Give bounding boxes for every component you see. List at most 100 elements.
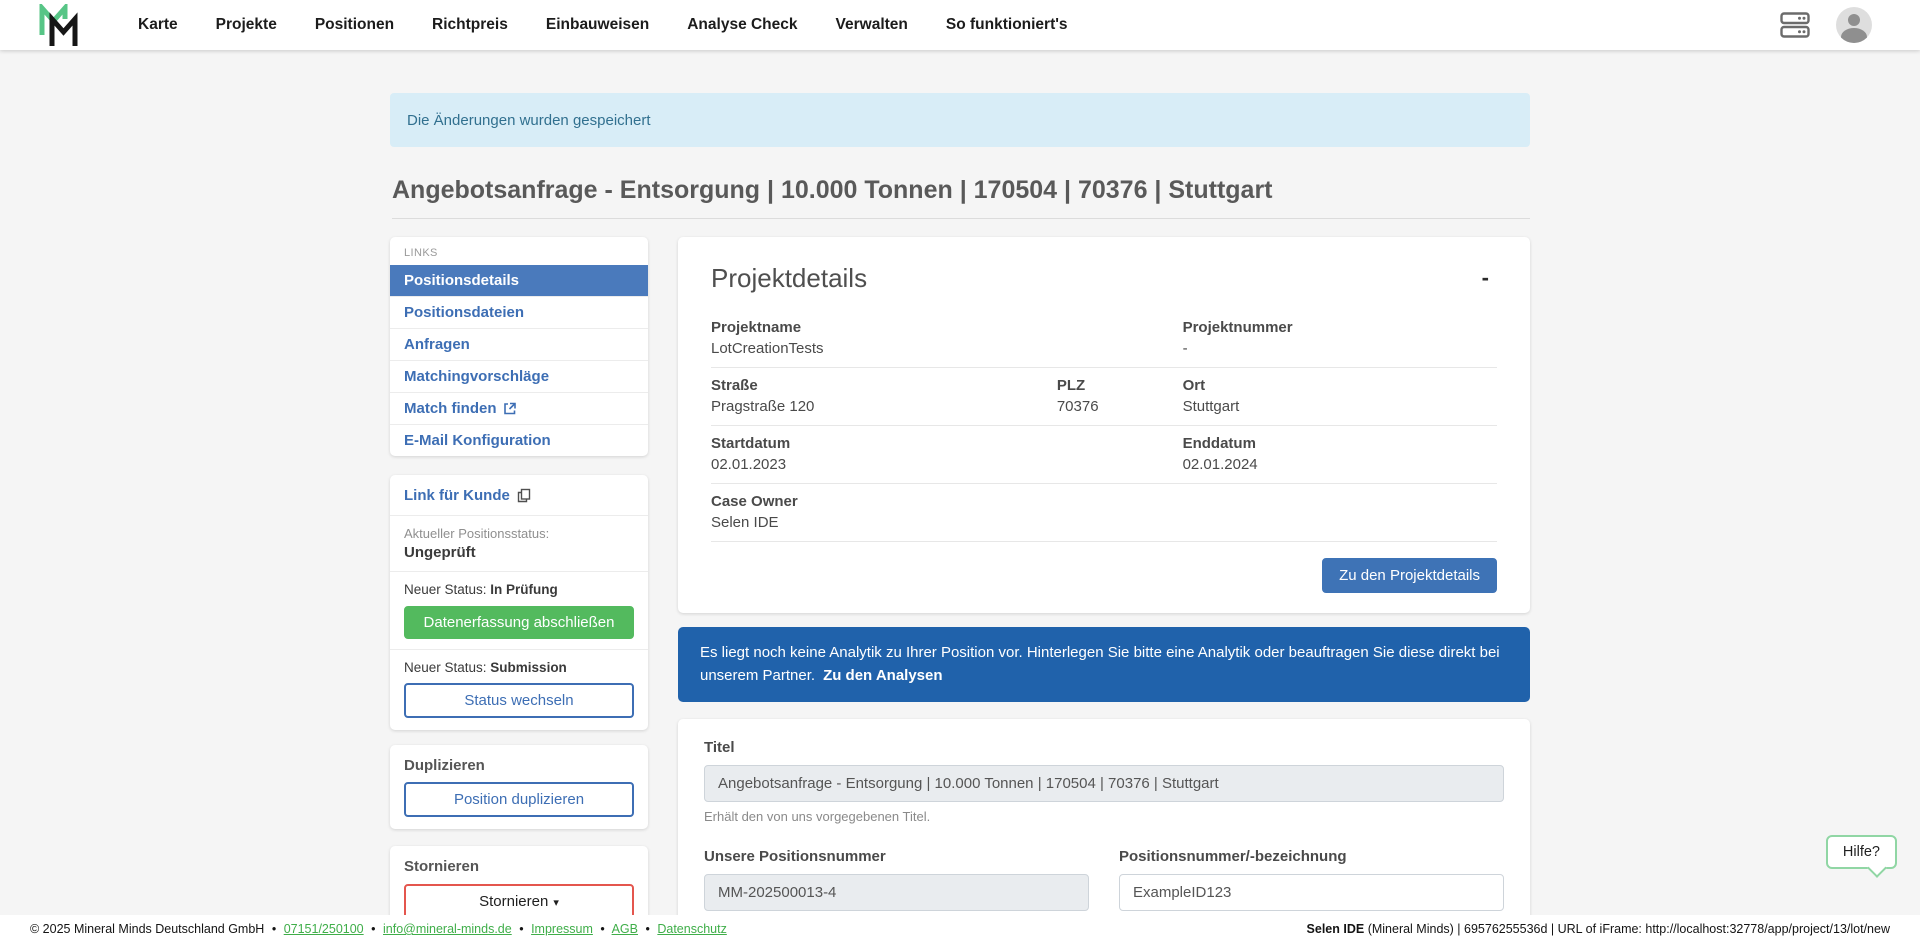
link-fuer-kunde-label: Link für Kunde [404,487,510,504]
field-label: Enddatum [1183,435,1497,452]
footer-impressum-link[interactable]: Impressum [531,922,593,936]
nav-item-richtpreis[interactable]: Richtpreis [432,16,508,34]
nav-item-projekte[interactable]: Projekte [216,16,277,34]
sidebar-item-email-konfiguration[interactable]: E-Mail Konfiguration [390,424,648,456]
stornieren-button-label: Stornieren [479,893,548,910]
field-value: 02.01.2023 [711,456,1057,473]
field-label: Projektname [711,319,1057,336]
divider [390,571,648,572]
sidebar-item-positionsdetails[interactable]: Positionsdetails [390,265,648,296]
footer-separator: • [272,922,276,936]
footer-left: © 2025 Mineral Minds Deutschland GmbH • … [30,922,727,936]
position-duplizieren-button[interactable]: Position duplizieren [404,782,634,817]
field-value: 02.01.2024 [1183,456,1497,473]
field-value: 70376 [1057,398,1183,415]
project-row-name: Projektname LotCreationTests Projektnumm… [711,310,1497,368]
field-value: Selen IDE [711,514,1057,531]
field-value: LotCreationTests [711,340,1057,357]
avatar-head-icon [1848,14,1860,26]
footer-right: Selen IDE (Mineral Minds) | 69576255536d… [1307,922,1890,936]
zu-den-projektdetails-button[interactable]: Zu den Projektdetails [1322,558,1497,593]
main-column: Projektdetails - Projektname LotCreation… [678,237,1530,943]
footer-email-link[interactable]: info@mineral-minds.de [383,922,512,936]
collapse-card-button[interactable]: - [1474,263,1497,293]
sidebar-item-label: Positionsdetails [404,272,519,289]
position-number-input[interactable] [1119,874,1504,911]
server-rack-icon[interactable] [1780,12,1810,38]
footer-agb-link[interactable]: AGB [612,922,638,936]
field-label: Case Owner [711,493,1057,510]
nav-item-so-funktionierts[interactable]: So funktioniert's [946,16,1068,34]
new-status-value: Submission [490,660,567,675]
footer-separator: • [371,922,375,936]
new-status-line-2: Neuer Status: Submission [404,660,634,675]
avatar-body-icon [1841,28,1867,43]
project-row-owner: Case Owner Selen IDE [711,484,1497,542]
footer-user: Selen IDE [1307,922,1365,936]
status-wechseln-button[interactable]: Status wechseln [404,683,634,718]
new-status-value: In Prüfung [490,582,558,597]
duplicate-card-header: Duplizieren [404,757,634,774]
field-label: PLZ [1057,377,1183,394]
new-status-line-1: Neuer Status: In Prüfung [404,582,634,597]
footer-copyright: © 2025 Mineral Minds Deutschland GmbH [30,922,264,936]
top-navbar: Karte Projekte Positionen Richtpreis Ein… [0,0,1920,50]
position-number-label: Positionsnummer/-bezeichnung [1119,848,1504,865]
status-card: Link für Kunde Aktueller Positionsstatus… [390,475,648,730]
new-status-prefix: Neuer Status: [404,660,490,675]
field-label: Ort [1183,377,1497,394]
nav-item-verwalten[interactable]: Verwalten [836,16,908,34]
sidebar-item-label: Positionsdateien [404,304,524,321]
footer: © 2025 Mineral Minds Deutschland GmbH • … [0,915,1920,943]
link-fuer-kunde-link[interactable]: Link für Kunde [404,487,531,504]
project-row-dates: Startdatum 02.01.2023 Enddatum 02.01.202… [711,426,1497,484]
datenerfassung-abschliessen-button[interactable]: Datenerfassung abschließen [404,606,634,639]
nav-item-karte[interactable]: Karte [138,16,178,34]
help-button[interactable]: Hilfe? [1826,835,1897,869]
sidebar-item-positionsdateien[interactable]: Positionsdateien [390,296,648,328]
success-alert: Die Änderungen wurden gespeichert [390,93,1530,147]
sidebar: LINKS Positionsdetails Positionsdateien … [390,237,648,931]
links-card: LINKS Positionsdetails Positionsdateien … [390,237,648,456]
sidebar-item-label: Match finden [404,400,497,417]
project-details-card: Projektdetails - Projektname LotCreation… [678,237,1530,613]
sidebar-item-label: Anfragen [404,336,470,353]
divider [390,515,648,516]
mineral-minds-logo-icon [38,4,82,46]
sidebar-item-anfragen[interactable]: Anfragen [390,328,648,360]
copy-icon [517,488,531,503]
zu-den-analysen-link[interactable]: Zu den Analysen [823,667,942,684]
analytics-banner-text: Es liegt noch keine Analytik zu Ihrer Po… [700,644,1500,684]
sidebar-item-match-finden[interactable]: Match finden [390,392,648,424]
caret-down-icon: ▾ [553,897,559,909]
field-value: - [1183,340,1497,357]
footer-phone-link[interactable]: 07151/250100 [284,922,364,936]
our-number-label: Unsere Positionsnummer [704,848,1089,865]
footer-separator: • [600,922,604,936]
duplicate-card: Duplizieren Position duplizieren [390,745,648,829]
field-value: Pragstraße 120 [711,398,1057,415]
project-details-title: Projektdetails [711,263,867,294]
app-logo[interactable] [38,4,82,46]
nav-item-analyse-check[interactable]: Analyse Check [687,16,797,34]
success-alert-text: Die Änderungen wurden gespeichert [407,112,651,129]
sidebar-item-matchingvorschlaege[interactable]: Matchingvorschläge [390,360,648,392]
field-label: Startdatum [711,435,1057,452]
field-label: Straße [711,377,1057,394]
analytics-banner: Es liegt noch keine Analytik zu Ihrer Po… [678,627,1530,702]
page-content: Die Änderungen wurden gespeichert Angebo… [390,93,1530,943]
footer-separator: • [519,922,523,936]
footer-datenschutz-link[interactable]: Datenschutz [657,922,726,936]
cancel-card-header: Stornieren [404,858,634,875]
user-avatar[interactable] [1836,7,1872,43]
footer-meta: (Mineral Minds) | 69576255536d | URL of … [1364,922,1890,936]
nav-item-positionen[interactable]: Positionen [315,16,394,34]
project-row-address: Straße Pragstraße 120 PLZ 70376 Ort Stut… [711,368,1497,426]
our-number-input [704,874,1089,911]
field-value: Stuttgart [1183,398,1497,415]
titel-label: Titel [704,739,1504,756]
footer-separator: • [645,922,649,936]
field-label: Projektnummer [1183,319,1497,336]
nav-item-einbauweisen[interactable]: Einbauweisen [546,16,649,34]
stornieren-dropdown-button[interactable]: Stornieren ▾ [404,884,634,919]
